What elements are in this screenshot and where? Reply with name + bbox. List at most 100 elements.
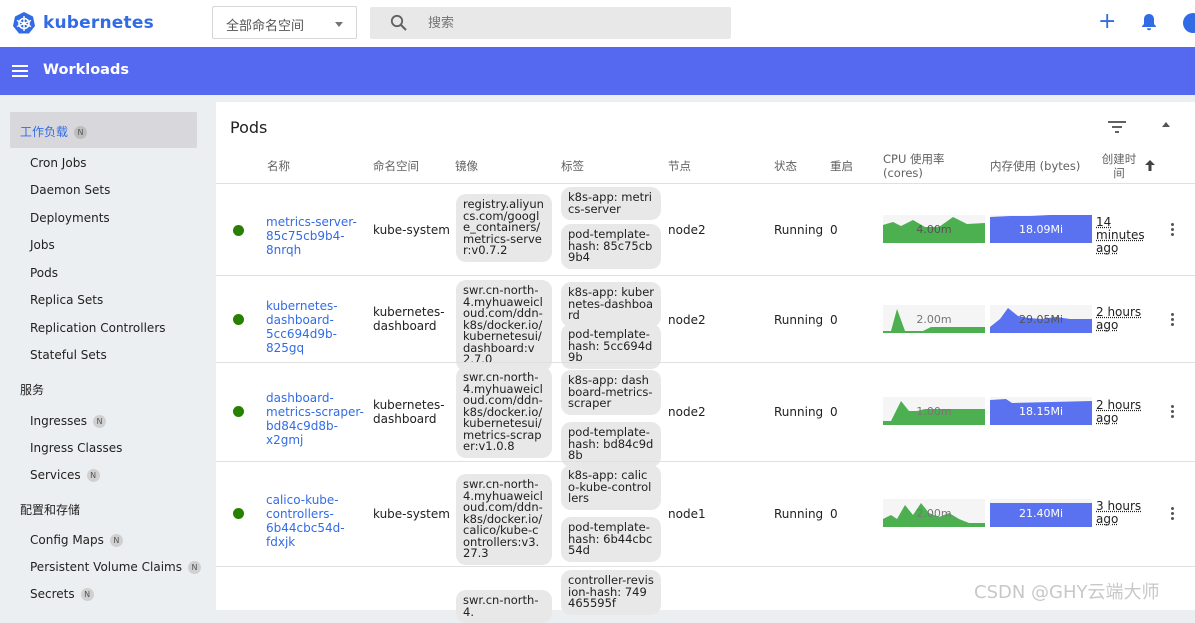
label-chip: k8s-app: calico-kube-controllers xyxy=(561,465,661,510)
pod-namespace: kube-system xyxy=(373,507,450,521)
pod-node: node2 xyxy=(668,313,706,327)
sidebar: 工作负载 N Cron Jobs Daemon Sets Deployments … xyxy=(0,95,213,610)
row-divider xyxy=(216,275,1195,276)
search-bar[interactable] xyxy=(370,7,731,39)
menu-icon[interactable] xyxy=(12,65,28,77)
sidebar-item-config-maps[interactable]: Config Maps N xyxy=(30,533,123,547)
label-chip: pod-template-hash: 85c75cb9b4 xyxy=(561,224,661,269)
cpu-sparkline: 4.00m xyxy=(883,215,985,243)
pod-name-link[interactable]: dashboard-metrics-scraper-bd84c9d8b-x2gm… xyxy=(266,391,366,447)
section-toolbar: Workloads xyxy=(0,47,1195,95)
column-header-cpu: CPU 使用率 (cores) xyxy=(883,152,945,180)
sidebar-item-jobs[interactable]: Jobs xyxy=(30,238,55,252)
more-vert-icon[interactable] xyxy=(1171,507,1175,522)
memory-value: 21.40Mi xyxy=(1019,507,1063,520)
row-divider xyxy=(216,362,1195,363)
top-bar: kubernetes 全部命名空间 + xyxy=(0,0,1195,47)
sort-arrow-up-icon[interactable] xyxy=(1145,160,1155,171)
kubernetes-logo[interactable]: kubernetes xyxy=(12,11,154,35)
sidebar-item-ingresses[interactable]: Ingresses N xyxy=(30,414,106,428)
pod-node: node2 xyxy=(668,405,706,419)
search-input[interactable] xyxy=(428,13,708,33)
created-age: 3 hours ago xyxy=(1096,499,1142,526)
namespaced-badge: N xyxy=(92,415,106,428)
pod-namespace: kubernetes-dashboard xyxy=(373,305,445,333)
column-header-labels: 标签 xyxy=(561,159,584,173)
pod-node: node1 xyxy=(668,507,706,521)
sidebar-item-replication-controllers[interactable]: Replication Controllers xyxy=(30,321,166,335)
status-running-icon xyxy=(233,508,244,519)
sidebar-item-persistent-volume-claims[interactable]: Persistent Volume Claims N xyxy=(30,560,201,574)
more-vert-icon[interactable] xyxy=(1171,223,1175,238)
image-chip: swr.cn-north-4.myhuaweicloud.com/ddn-k8s… xyxy=(456,367,552,458)
bell-icon[interactable] xyxy=(1141,13,1157,31)
cpu-value: 2.00m xyxy=(916,507,951,520)
created-age: 14 minutes ago xyxy=(1096,215,1145,255)
chevron-down-icon xyxy=(335,22,343,27)
pod-name-link[interactable]: kubernetes-dashboard-5cc694d9b-825gq xyxy=(266,299,366,355)
search-icon xyxy=(390,14,407,31)
kubernetes-logo-icon xyxy=(13,12,35,34)
row-divider xyxy=(216,566,1195,567)
namespaced-badge: N xyxy=(187,561,201,574)
image-chip: swr.cn-north-4.myhuaweicloud.com/ddn-k8s… xyxy=(456,474,552,565)
sidebar-item-stateful-sets[interactable]: Stateful Sets xyxy=(30,348,107,362)
status-running-icon xyxy=(233,225,244,236)
sidebar-item-label: Persistent Volume Claims xyxy=(30,560,182,574)
collapse-icon[interactable] xyxy=(1162,122,1170,127)
cpu-sparkline: 1.00m xyxy=(883,397,985,425)
filter-icon[interactable] xyxy=(1108,121,1126,133)
sidebar-section-services: 服务 xyxy=(20,383,45,397)
memory-sparkline: 21.40Mi xyxy=(990,499,1092,527)
sidebar-item-pods[interactable]: Pods xyxy=(30,266,58,280)
label-chip: k8s-app: dashboard-metrics-scraper xyxy=(561,370,661,415)
sidebar-item-ingress-classes[interactable]: Ingress Classes xyxy=(30,441,122,455)
sidebar-item-replica-sets[interactable]: Replica Sets xyxy=(30,293,103,307)
card-title: Pods xyxy=(230,118,268,137)
sidebar-item-daemon-sets[interactable]: Daemon Sets xyxy=(30,183,110,197)
sidebar-item-services[interactable]: Services N xyxy=(30,468,100,482)
image-chip: registry.aliyuncs.com/google_containers/… xyxy=(456,194,552,262)
pod-node: node2 xyxy=(668,223,706,237)
created-age: 2 hours ago xyxy=(1096,398,1142,425)
label-chip: pod-template-hash: bd84c9d8b xyxy=(561,422,661,467)
pod-name-link[interactable]: metrics-server-85c75cb9b4-8nrqh xyxy=(266,215,376,257)
image-chip: swr.cn-north-4. xyxy=(456,590,552,623)
pod-name-link[interactable]: calico-kube-controllers-6b44cbc54d-fdxjk xyxy=(266,493,366,549)
pod-restarts: 0 xyxy=(830,313,838,327)
cpu-value: 2.00m xyxy=(916,313,951,326)
namespace-select[interactable]: 全部命名空间 xyxy=(212,6,357,39)
pod-status: Running xyxy=(774,223,824,237)
create-plus-icon[interactable]: + xyxy=(1098,11,1116,33)
sidebar-item-label: Config Maps xyxy=(30,533,104,547)
label-chip: pod-template-hash: 6b44cbc54d xyxy=(561,517,661,562)
sidebar-item-label: Ingresses xyxy=(30,414,87,428)
memory-value: 18.09Mi xyxy=(1019,223,1063,236)
label-chip: k8s-app: kubernetes-dashboard xyxy=(561,282,661,327)
sidebar-item-label: 工作负载 xyxy=(20,125,69,139)
page-title: Workloads xyxy=(43,62,129,78)
sidebar-item-workloads[interactable]: 工作负载 N xyxy=(10,112,197,148)
column-header-created[interactable]: 创建时间 xyxy=(1100,152,1138,180)
label-chip: k8s-app: metrics-server xyxy=(561,187,661,220)
sidebar-item-secrets[interactable]: Secrets N xyxy=(30,587,94,601)
sidebar-item-deployments[interactable]: Deployments xyxy=(30,211,110,225)
memory-sparkline: 29.05Mi xyxy=(990,305,1092,333)
sidebar-section-config: 配置和存储 xyxy=(20,503,81,517)
pod-restarts: 0 xyxy=(830,223,838,237)
pod-restarts: 0 xyxy=(830,405,838,419)
pod-namespace: kubernetes-dashboard xyxy=(373,398,445,426)
sidebar-item-label: Secrets xyxy=(30,587,75,601)
account-icon[interactable] xyxy=(1183,13,1195,33)
more-vert-icon[interactable] xyxy=(1171,313,1175,328)
pod-status: Running xyxy=(774,507,824,521)
sidebar-item-cron-jobs[interactable]: Cron Jobs xyxy=(30,156,87,170)
column-header-status: 状态 xyxy=(774,159,797,173)
column-header-memory: 内存使用 (bytes) xyxy=(990,159,1081,173)
memory-value: 29.05Mi xyxy=(1019,313,1063,326)
cpu-sparkline: 2.00m xyxy=(883,305,985,333)
column-header-name[interactable]: 名称 xyxy=(267,159,290,173)
image-chip: swr.cn-north-4.myhuaweicloud.com/ddn-k8s… xyxy=(456,280,552,371)
more-vert-icon[interactable] xyxy=(1171,405,1175,420)
row-divider xyxy=(216,461,1195,462)
